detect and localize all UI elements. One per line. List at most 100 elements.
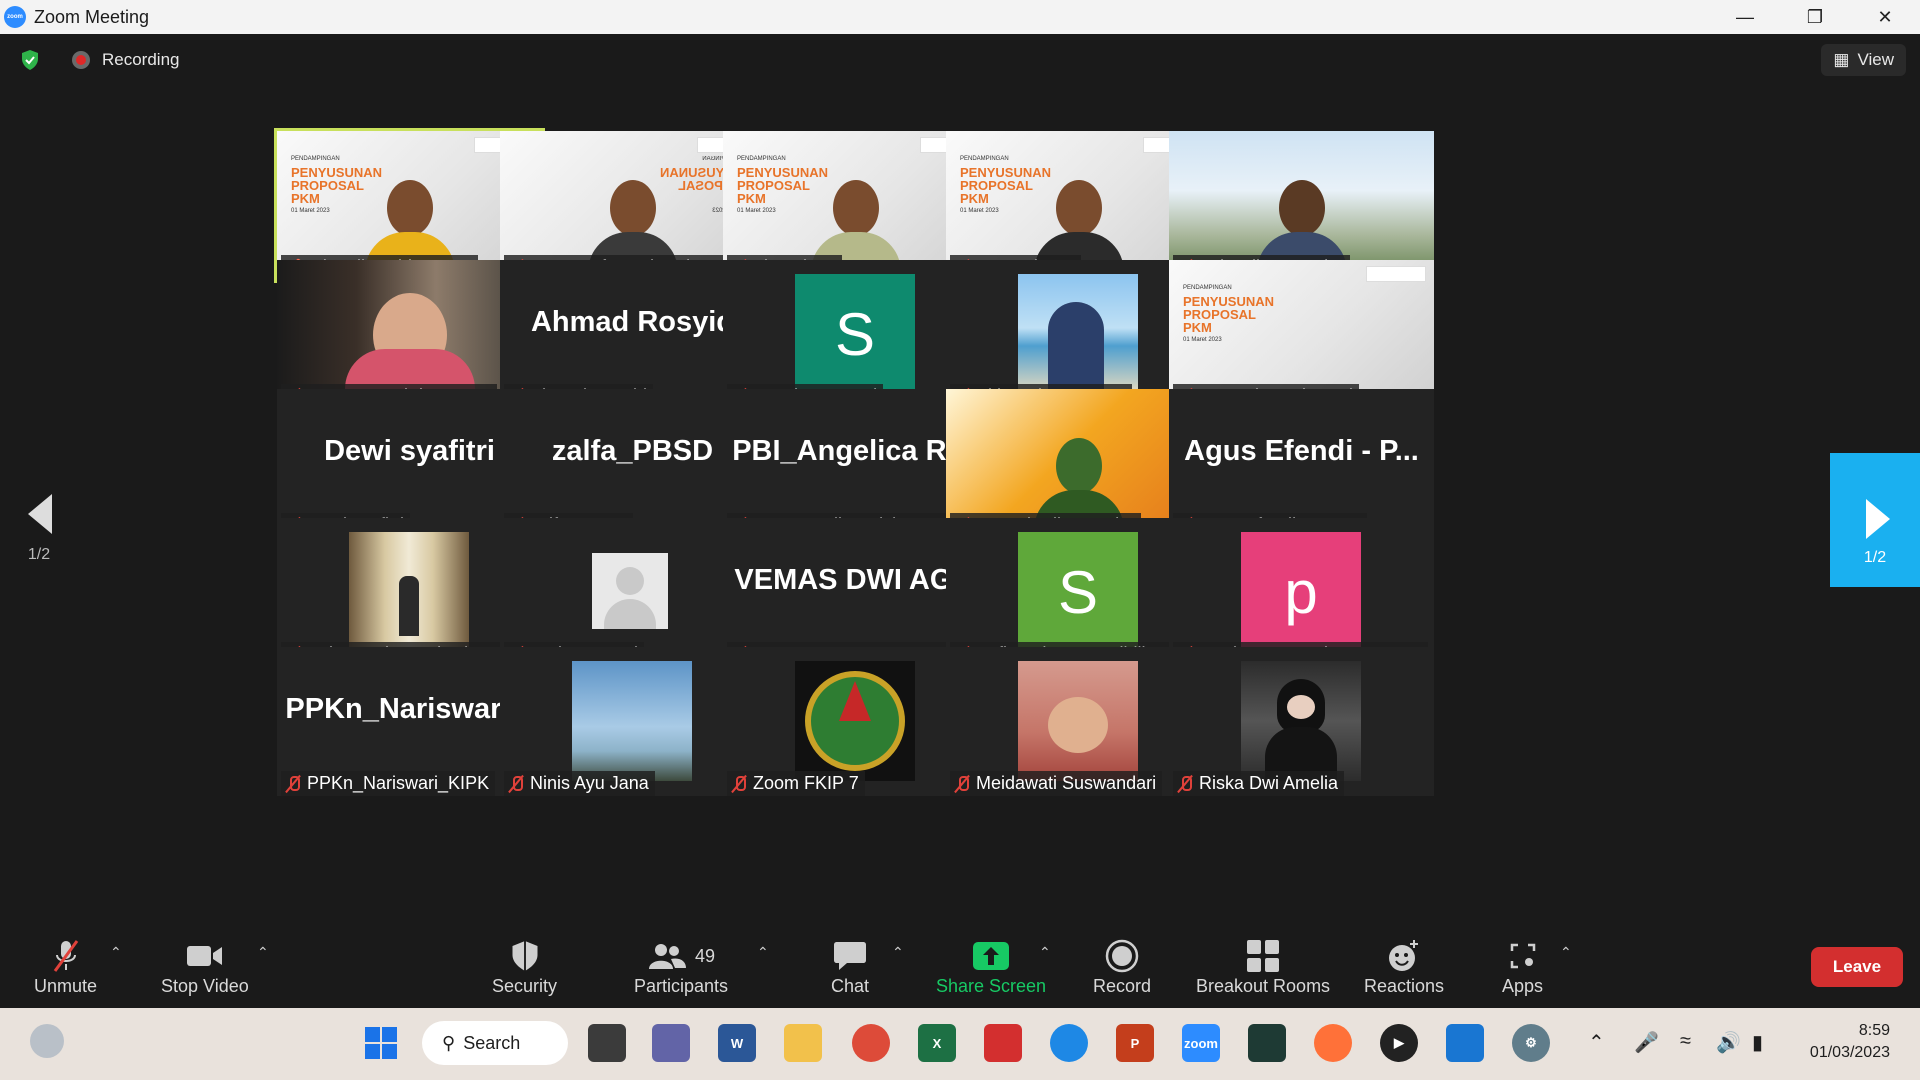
participant-photo (349, 532, 469, 652)
weather-widget-icon[interactable] (30, 1024, 64, 1058)
view-button[interactable]: ▦ View (1821, 44, 1906, 76)
video-camera-icon (186, 936, 224, 976)
word-icon[interactable]: W (718, 1024, 756, 1062)
participants-count: 49 (695, 945, 716, 966)
chevron-up-icon[interactable]: ⌃ (1588, 1030, 1605, 1055)
breakout-rooms-button[interactable]: Breakout Rooms (1196, 936, 1330, 997)
participant-tile[interactable]: Riska Dwi Amelia (1169, 647, 1434, 796)
participant-tile[interactable]: Fahrudin Nugroho (1169, 131, 1434, 280)
recording-indicator[interactable]: Recording (72, 50, 180, 70)
minimize-icon[interactable]: — (1710, 0, 1780, 34)
encryption-shield-icon[interactable] (18, 48, 42, 72)
security-shield-icon (510, 936, 540, 976)
kinemaster-icon[interactable] (1248, 1024, 1286, 1062)
chat-bubble-icon (833, 936, 867, 976)
mendeley-icon[interactable] (984, 1024, 1022, 1062)
participant-photo (1018, 661, 1138, 781)
task-view-icon[interactable] (588, 1024, 626, 1062)
share-options-chevron-icon[interactable]: ⌃ (1039, 944, 1051, 961)
recording-label: Recording (102, 50, 180, 69)
chat-options-chevron-icon[interactable]: ⌃ (892, 944, 904, 961)
audio-options-chevron-icon[interactable]: ⌃ (110, 944, 122, 961)
participants-label: Participants (634, 976, 729, 996)
system-clock[interactable]: 8:59 01/03/2023 (1810, 1020, 1890, 1064)
chevron-left-icon (28, 494, 52, 534)
participants-button[interactable]: 49 Participants (634, 936, 728, 997)
restore-icon[interactable]: ❐ (1780, 0, 1850, 34)
participant-tile[interactable]: Agus Efendi - P...Agus Efendi - PBSD (1169, 389, 1434, 538)
powerpoint-icon[interactable]: P (1116, 1024, 1154, 1062)
smiley-icon (1387, 936, 1421, 976)
participant-name-tag: Meidawati Suswandari (950, 771, 1163, 796)
participant-name: Meidawati Suswandari (976, 773, 1157, 793)
record-icon (1105, 936, 1139, 976)
edge-icon[interactable] (1050, 1024, 1088, 1062)
teams-icon[interactable] (652, 1024, 690, 1062)
taskbar-search-label: Search (463, 1032, 521, 1053)
chevron-right-icon (1866, 499, 1890, 539)
microphone-muted-icon (508, 775, 524, 793)
meeting-status: Recording (18, 48, 180, 72)
windows-start-icon[interactable] (362, 1024, 400, 1062)
stop-video-button[interactable]: Stop Video (161, 936, 249, 997)
settings-gear-icon[interactable]: ⚙ (1512, 1024, 1550, 1062)
participant-tile[interactable]: PENDAMPINGANPENYUSUNANPROPOSALPKM01 Mare… (1169, 260, 1434, 409)
microphone-muted-icon (51, 936, 81, 976)
participant-name: Ninis Ayu Jana (530, 773, 649, 793)
grid-view-icon: ▦ (1833, 50, 1850, 69)
microphone-muted-icon (1177, 775, 1193, 793)
record-label: Record (1093, 976, 1152, 996)
stop-video-label: Stop Video (161, 976, 249, 996)
close-icon[interactable]: ✕ (1850, 0, 1920, 34)
video-options-chevron-icon[interactable]: ⌃ (257, 944, 269, 961)
participant-name: PPKn_Nariswari_KIPK (307, 773, 490, 793)
default-avatar-icon (592, 553, 668, 629)
microphone-muted-icon (285, 775, 301, 793)
chrome-icon[interactable] (852, 1024, 890, 1062)
participant-avatar: S (1018, 532, 1138, 652)
chat-button[interactable]: Chat (831, 936, 869, 997)
zoom-taskbar-icon[interactable]: zoom (1182, 1024, 1220, 1062)
record-button[interactable]: Record (1093, 936, 1151, 997)
excel-icon[interactable]: X (918, 1024, 956, 1062)
page-indicator: 1/2 (27, 546, 51, 563)
participant-tile[interactable]: pPradnya Paramita_PBSD ... (1169, 518, 1434, 667)
security-button[interactable]: Security (492, 936, 557, 997)
university-emblem-icon (795, 661, 915, 781)
security-label: Security (492, 976, 558, 996)
microphone-icon[interactable]: 🎤 (1634, 1030, 1659, 1055)
reactions-button[interactable]: Reactions (1364, 936, 1444, 997)
participant-name-display: Agus Efendi - P... (1184, 435, 1419, 467)
chat-label: Chat (831, 976, 870, 996)
breakout-rooms-icon (1246, 936, 1280, 976)
wifi-icon[interactable]: ≈ (1680, 1030, 1691, 1053)
apps-icon (1508, 936, 1538, 976)
unmute-button[interactable]: Unmute (34, 936, 97, 997)
participants-icon: 49 (647, 936, 715, 976)
file-explorer-icon[interactable] (784, 1024, 822, 1062)
previous-page-button[interactable]: 1/2 (26, 494, 52, 564)
participants-options-chevron-icon[interactable]: ⌃ (757, 944, 769, 961)
participant-avatar: p (1241, 532, 1361, 652)
leave-button[interactable]: Leave (1811, 947, 1903, 987)
search-icon: ⚲ (442, 1032, 456, 1053)
battery-icon[interactable]: ▮ (1752, 1030, 1763, 1055)
reactions-label: Reactions (1364, 976, 1445, 996)
clock-time: 8:59 (1858, 1022, 1890, 1039)
apps-button[interactable]: Apps (1502, 936, 1543, 997)
page-indicator: 1/2 (1863, 549, 1887, 566)
view-label: View (1857, 50, 1894, 69)
microphone-muted-icon (731, 775, 747, 793)
media-player-icon[interactable]: ▶ (1380, 1024, 1418, 1062)
video-editor-icon[interactable] (1446, 1024, 1484, 1062)
next-page-button[interactable]: 1/2 (1830, 453, 1920, 587)
firefox-icon[interactable] (1314, 1024, 1352, 1062)
windows-taskbar: ⚲ Search W X P zoom ▶ ⚙ ⌃ 🎤 ≈ 🔊 ▮ 8:59 0… (0, 1008, 1920, 1080)
volume-icon[interactable]: 🔊 (1716, 1030, 1741, 1055)
share-screen-button[interactable]: Share Screen (936, 936, 1046, 997)
zoom-logo-icon: zoom (4, 6, 26, 28)
meeting-toolbar: Unmute ⌃ Stop Video ⌃ Security 49 Partic… (0, 926, 1920, 1008)
taskbar-search[interactable]: ⚲ Search (422, 1021, 568, 1065)
apps-options-chevron-icon[interactable]: ⌃ (1560, 944, 1572, 961)
participant-name-tag: Ninis Ayu Jana (504, 771, 655, 796)
